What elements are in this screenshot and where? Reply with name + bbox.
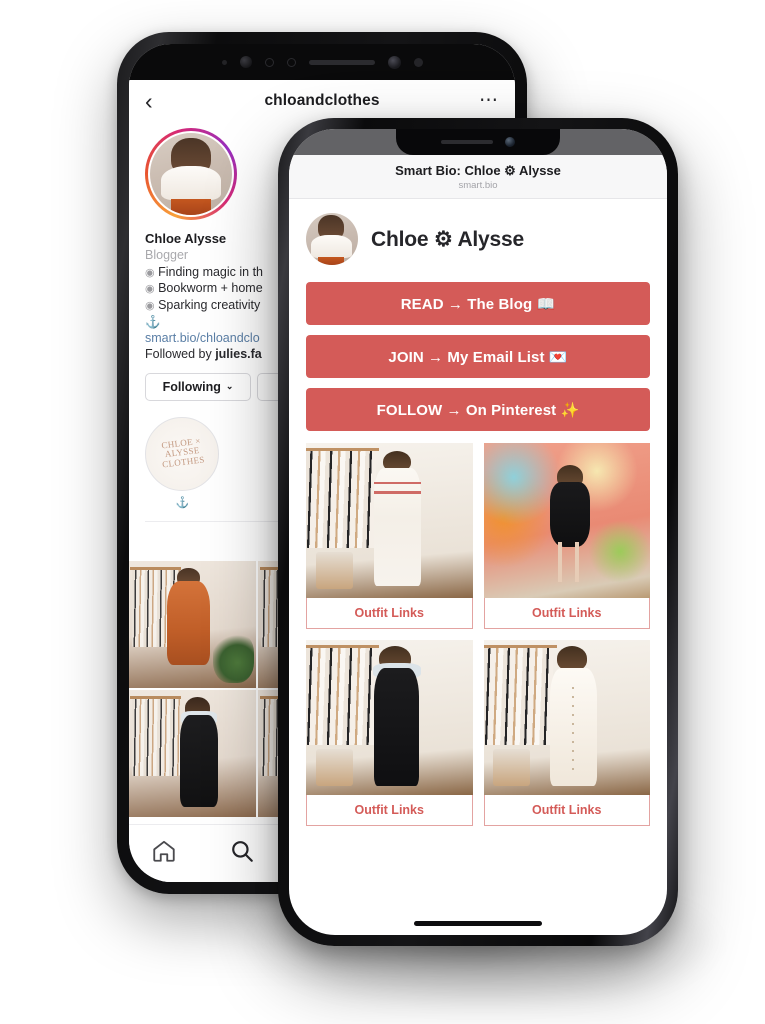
followed-by-username: julies.fa (215, 346, 262, 361)
status-bar-area (289, 129, 667, 155)
follow-pinterest-button-label: FOLLOW → On Pinterest ✨ (376, 401, 580, 419)
highlight-logo-text: CHLOE × ALYSSE CLOTHES (159, 436, 205, 470)
followed-by-prefix: Followed by (145, 346, 216, 361)
outfit-links-button-label: Outfit Links (354, 606, 424, 620)
figure-dress-shape (179, 715, 219, 807)
sensor-dot-secondary-icon (413, 57, 423, 67)
stripe-shape (374, 481, 421, 485)
highlight-logo-line: CLOTHES (161, 454, 205, 470)
outfit-card[interactable]: Outfit Links (483, 640, 650, 826)
ellipsis-icon[interactable]: ⋯ (479, 92, 499, 110)
outfit-links-button[interactable]: Outfit Links (306, 795, 473, 826)
outfit-links-button-label: Outfit Links (354, 803, 424, 817)
outfit-links-button-label: Outfit Links (532, 803, 602, 817)
bio-line-text: Bookworm + home (158, 281, 263, 295)
instagram-navbar: ‹ chloandclothes ⋯ (129, 80, 515, 122)
earpiece-speaker-icon (441, 139, 493, 145)
chair-shape (493, 748, 531, 786)
outfit-links-button-label: Outfit Links (532, 606, 602, 620)
grid-photo[interactable] (129, 560, 257, 688)
front-camera-icon (505, 137, 515, 147)
outfit-card[interactable]: Outfit Links (483, 443, 650, 629)
bio-bullet-icon: ◉ (145, 283, 155, 295)
earpiece-speaker-icon (308, 59, 375, 65)
read-blog-button-label: READ → The Blog 📖 (400, 295, 556, 313)
figure-leg-shape (575, 542, 580, 583)
smartbio-profile: Chloe ⚙ Alysse (306, 213, 650, 265)
outfit-photo-white-striped-set[interactable] (306, 443, 473, 598)
grid-photo[interactable] (129, 689, 257, 818)
photo-clothing-rack-white (129, 689, 257, 818)
join-email-list-button[interactable]: JOIN → My Email List 💌 (306, 335, 650, 378)
story-ring[interactable] (145, 128, 237, 220)
avatar-blouse-shape (160, 165, 222, 201)
phone-sensor-bar (129, 44, 515, 80)
profile-name: Chloe ⚙ Alysse (371, 227, 524, 251)
avatar-skirt-shape (171, 198, 211, 215)
stripe-shape (374, 491, 421, 494)
chair-shape (315, 748, 353, 786)
chevron-down-icon: ⌄ (225, 381, 234, 391)
story-highlight-cover[interactable]: CHLOE × ALYSSE CLOTHES (145, 416, 219, 491)
outfit-photo-cream-button-dress[interactable] (483, 640, 650, 795)
front-camera-icon (387, 55, 401, 69)
proximity-sensor-icon (239, 56, 252, 68)
join-email-list-button-label: JOIN → My Email List 💌 (388, 348, 568, 366)
search-icon[interactable] (229, 838, 255, 869)
scene: ‹ chloandclothes ⋯ Chloe Alysse Blogger … (0, 0, 765, 1024)
light-sensor-icon (264, 57, 274, 67)
browser-header: Smart Bio: Chloe ⚙ Alysse smart.bio (289, 155, 667, 199)
photo-rust-dress-rack (129, 560, 257, 688)
outfit-card[interactable]: Outfit Links (306, 640, 473, 826)
figure-outfit-shape (374, 667, 420, 786)
instagram-username-title: chloandclothes (264, 92, 380, 109)
bio-bullet-icon: ◉ (145, 299, 155, 312)
outfit-photo-black-dress-mural[interactable] (483, 443, 650, 598)
read-blog-button[interactable]: READ → The Blog 📖 (306, 282, 650, 325)
follow-pinterest-button[interactable]: FOLLOW → On Pinterest ✨ (306, 388, 650, 431)
outfit-links-button[interactable]: Outfit Links (306, 598, 473, 629)
figure-outfit-shape (550, 481, 591, 547)
outfit-card-grid: Outfit Links Outfit Links Outfit Links O… (306, 443, 650, 838)
avatar[interactable] (306, 213, 358, 265)
cta-button-list: READ → The Blog 📖 JOIN → My Email List 💌… (306, 282, 650, 431)
home-icon[interactable] (151, 838, 177, 869)
smartbio-phone-frame: Smart Bio: Chloe ⚙ Alysse smart.bio Chlo… (278, 118, 678, 946)
avatar-blouse-shape (311, 234, 352, 258)
sensor-dot-icon (221, 59, 227, 65)
outfit-links-button[interactable]: Outfit Links (483, 598, 650, 629)
figure-leg-shape (558, 542, 563, 583)
figure-dress-shape (167, 580, 211, 665)
following-button[interactable]: Following ⌄ (145, 372, 251, 401)
following-button-label: Following (162, 379, 221, 394)
avatar[interactable] (148, 131, 234, 217)
chair-shape (315, 551, 353, 589)
home-indicator[interactable] (414, 921, 542, 926)
page-url: smart.bio (458, 180, 498, 191)
phone-notch (396, 129, 560, 155)
plant-shape (213, 631, 254, 683)
outfit-photo-black-pinafore[interactable] (306, 640, 473, 795)
story-highlight-label: ⚓ (175, 496, 190, 509)
smartbio-screen: Smart Bio: Chloe ⚙ Alysse smart.bio Chlo… (289, 129, 667, 935)
bio-bullet-icon: ◉ (145, 266, 155, 279)
smartbio-content: Chloe ⚙ Alysse READ → The Blog 📖 JOIN → … (289, 199, 667, 838)
outfit-card[interactable]: Outfit Links (306, 443, 473, 629)
ir-sensor-icon (286, 57, 296, 67)
page-title: Smart Bio: Chloe ⚙ Alysse (395, 163, 561, 178)
outfit-links-button[interactable]: Outfit Links (483, 795, 650, 826)
bio-line-text: Finding magic in th (158, 264, 264, 279)
figure-outfit-shape (374, 467, 421, 586)
avatar-skirt-shape (318, 256, 345, 265)
story-highlight[interactable]: CHLOE × ALYSSE CLOTHES ⚓ (145, 416, 219, 509)
dress-buttons-shape (571, 686, 574, 777)
bio-line-text: Sparking creativity (158, 297, 261, 312)
